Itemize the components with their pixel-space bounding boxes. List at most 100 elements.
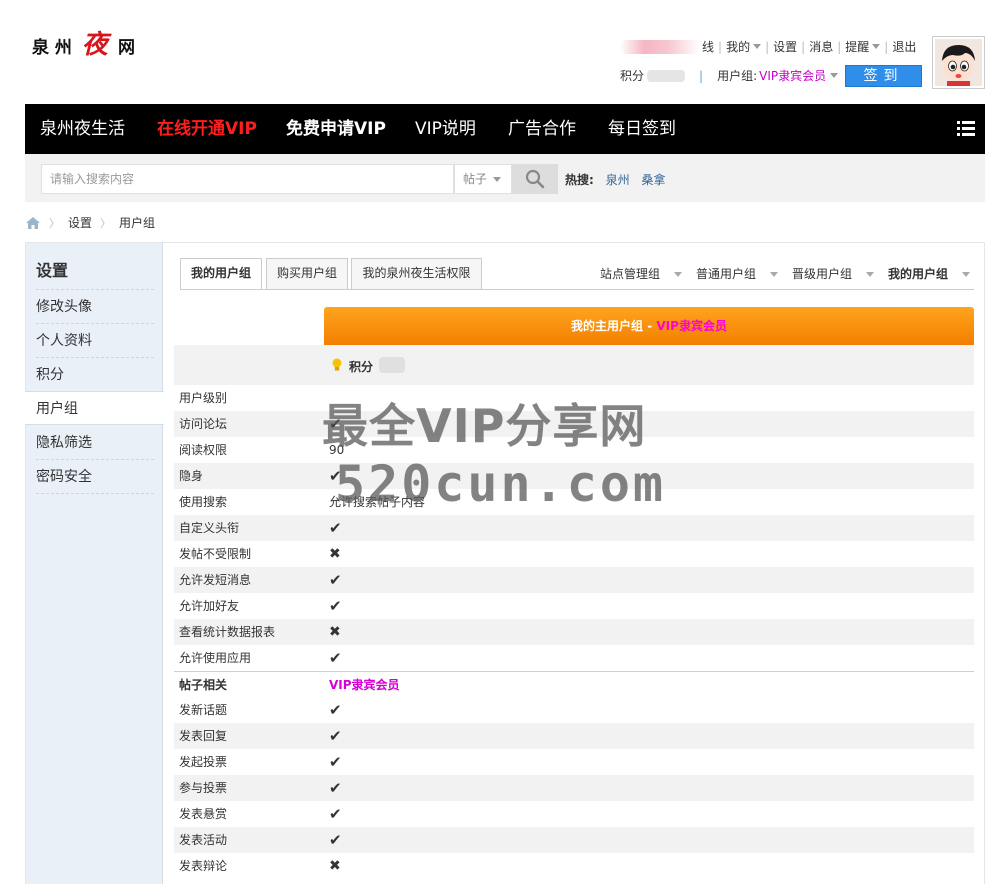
search-type-select[interactable]: 帖子	[454, 164, 512, 194]
group-link-mine[interactable]: 我的用户组	[888, 265, 971, 282]
check-icon: ✔	[329, 649, 342, 667]
search-input[interactable]: 请输入搜索内容	[41, 164, 454, 194]
tab-buy-usergroup[interactable]: 购买用户组	[266, 258, 348, 289]
chevron-down-icon	[674, 272, 683, 277]
sidebar-item-profile[interactable]: 个人资料	[36, 324, 154, 358]
group-link-label: 晋级用户组	[792, 267, 853, 281]
table-row: 查看统计数据报表 ✖	[174, 619, 974, 645]
sidebar-item-privacy[interactable]: 隐私筛选	[36, 426, 154, 460]
watermark-url: 520cun.com	[335, 455, 667, 513]
divider: |	[837, 39, 842, 54]
home-icon[interactable]	[25, 216, 41, 230]
divider: |	[699, 68, 704, 83]
group-link-label: 我的用户组	[888, 267, 949, 281]
sidebar-item-avatar[interactable]: 修改头像	[36, 290, 154, 324]
section-value: VIP隶宾会员	[329, 678, 400, 692]
section-header: 帖子相关 VIP隶宾会员	[174, 671, 974, 697]
chevron-right-icon: 〉	[100, 216, 112, 230]
avatar-icon	[935, 39, 982, 86]
check-icon: ✔	[329, 805, 342, 823]
chevron-down-icon	[493, 177, 501, 182]
breadcrumb: 〉 设置 〉 用户组	[25, 214, 155, 231]
site-logo[interactable]: 泉 州 夜 网	[32, 24, 135, 61]
group-link-promoted[interactable]: 晋级用户组	[792, 265, 875, 282]
row-label: 发帖不受限制	[179, 547, 252, 561]
group-link-admin[interactable]: 站点管理组	[600, 265, 683, 282]
user-nav: 线 | 我的 | 设置 | 消息 | 提醒 | 退出	[620, 38, 916, 55]
main-nav: 泉州夜生活 在线开通VIP 免费申请VIP VIP说明 广告合作 每日签到	[25, 104, 985, 154]
menu-icon[interactable]	[957, 121, 975, 137]
table-row: 发表回复 ✔	[174, 723, 974, 749]
nav-item-home[interactable]: 泉州夜生活	[40, 104, 125, 154]
blurred-username	[620, 39, 700, 54]
row-label: 允许使用应用	[179, 651, 252, 665]
group-link-label: 站点管理组	[600, 267, 661, 281]
logo-text-3: 网	[117, 38, 135, 58]
row-label: 发起投票	[179, 755, 228, 769]
points-link[interactable]: 积分	[620, 67, 644, 84]
nav-item-ads[interactable]: 广告合作	[508, 104, 576, 154]
table-row: 允许使用应用 ✔	[174, 645, 974, 671]
user-group-label: 用户组:	[717, 69, 758, 83]
settings-link[interactable]: 设置	[773, 38, 797, 55]
nav-item-vip-open[interactable]: 在线开通VIP	[157, 104, 257, 154]
messages-link[interactable]: 消息	[809, 38, 833, 55]
row-label: 阅读权限	[179, 443, 228, 457]
nav-item-checkin[interactable]: 每日签到	[608, 104, 676, 154]
blurred-points	[647, 69, 686, 82]
sidebar-item-usergroup[interactable]: 用户组	[25, 391, 164, 425]
check-icon: ✔	[329, 701, 342, 719]
hot-search-label: 热搜:	[565, 173, 594, 187]
row-label: 参与投票	[179, 781, 228, 795]
cross-icon: ✖	[329, 858, 341, 874]
bulb-icon	[332, 358, 342, 371]
breadcrumb-usergroup[interactable]: 用户组	[119, 214, 155, 231]
divider	[180, 289, 974, 290]
chevron-down-icon	[830, 73, 839, 78]
nav-item-vip-info[interactable]: VIP说明	[415, 104, 476, 154]
table-row: 发表辩论 ✖	[174, 853, 974, 879]
my-menu[interactable]: 我的	[726, 38, 750, 55]
divider: |	[765, 39, 770, 54]
row-label: 查看统计数据报表	[179, 625, 276, 639]
table-row: 发新话题 ✔	[174, 697, 974, 723]
hot-search-link[interactable]: 泉州	[606, 173, 630, 187]
check-icon: ✔	[329, 727, 342, 745]
divider: |	[801, 39, 806, 54]
logout-link[interactable]: 退出	[892, 38, 916, 55]
search-button[interactable]	[512, 164, 558, 194]
hot-search-link[interactable]: 桑拿	[641, 173, 665, 187]
check-icon: ✔	[329, 753, 342, 771]
table-row: 允许加好友 ✔	[174, 593, 974, 619]
main-group-banner: 我的主用户组 - VIP隶宾会员	[324, 307, 974, 345]
row-label: 允许发短消息	[179, 573, 252, 587]
table-row: 发表活动 ✔	[174, 827, 974, 853]
sidebar-item-points[interactable]: 积分	[36, 358, 154, 392]
signin-button[interactable]: 签到	[845, 65, 922, 87]
tab-permissions[interactable]: 我的泉州夜生活权限	[351, 258, 482, 289]
online-status[interactable]: 线	[702, 38, 714, 55]
row-label: 允许加好友	[179, 599, 240, 613]
user-info: 积分 | 用户组: VIP隶宾会员	[620, 67, 839, 84]
row-label: 发新话题	[179, 703, 228, 717]
breadcrumb-settings[interactable]: 设置	[68, 214, 92, 231]
user-group-value[interactable]: VIP隶宾会员	[759, 67, 826, 84]
points-label: 积分	[349, 360, 374, 374]
sidebar-item-password[interactable]: 密码安全	[36, 460, 154, 494]
row-label: 发表辩论	[179, 859, 228, 873]
table-row: 发帖不受限制 ✖	[174, 541, 974, 567]
search-icon	[525, 169, 545, 189]
row-label: 发表悬赏	[179, 807, 228, 821]
reminders-menu[interactable]: 提醒	[845, 38, 869, 55]
chevron-down-icon	[770, 272, 779, 277]
row-label: 发表活动	[179, 833, 228, 847]
search-bar: 请输入搜索内容 帖子 热搜: 泉州 桑拿	[25, 154, 985, 202]
page: 泉 州 夜 网 线 | 我的 | 设置 | 消息 | 提醒 | 退出 积分 | …	[0, 0, 1006, 884]
nav-item-vip-apply[interactable]: 免费申请VIP	[286, 104, 386, 154]
watermark-text: 最全VIP分享网	[322, 399, 647, 453]
row-label: 访问论坛	[179, 417, 228, 431]
avatar[interactable]	[932, 36, 985, 89]
chevron-down-icon	[962, 272, 971, 277]
tab-my-usergroup[interactable]: 我的用户组	[180, 258, 262, 290]
group-link-normal[interactable]: 普通用户组	[696, 265, 779, 282]
